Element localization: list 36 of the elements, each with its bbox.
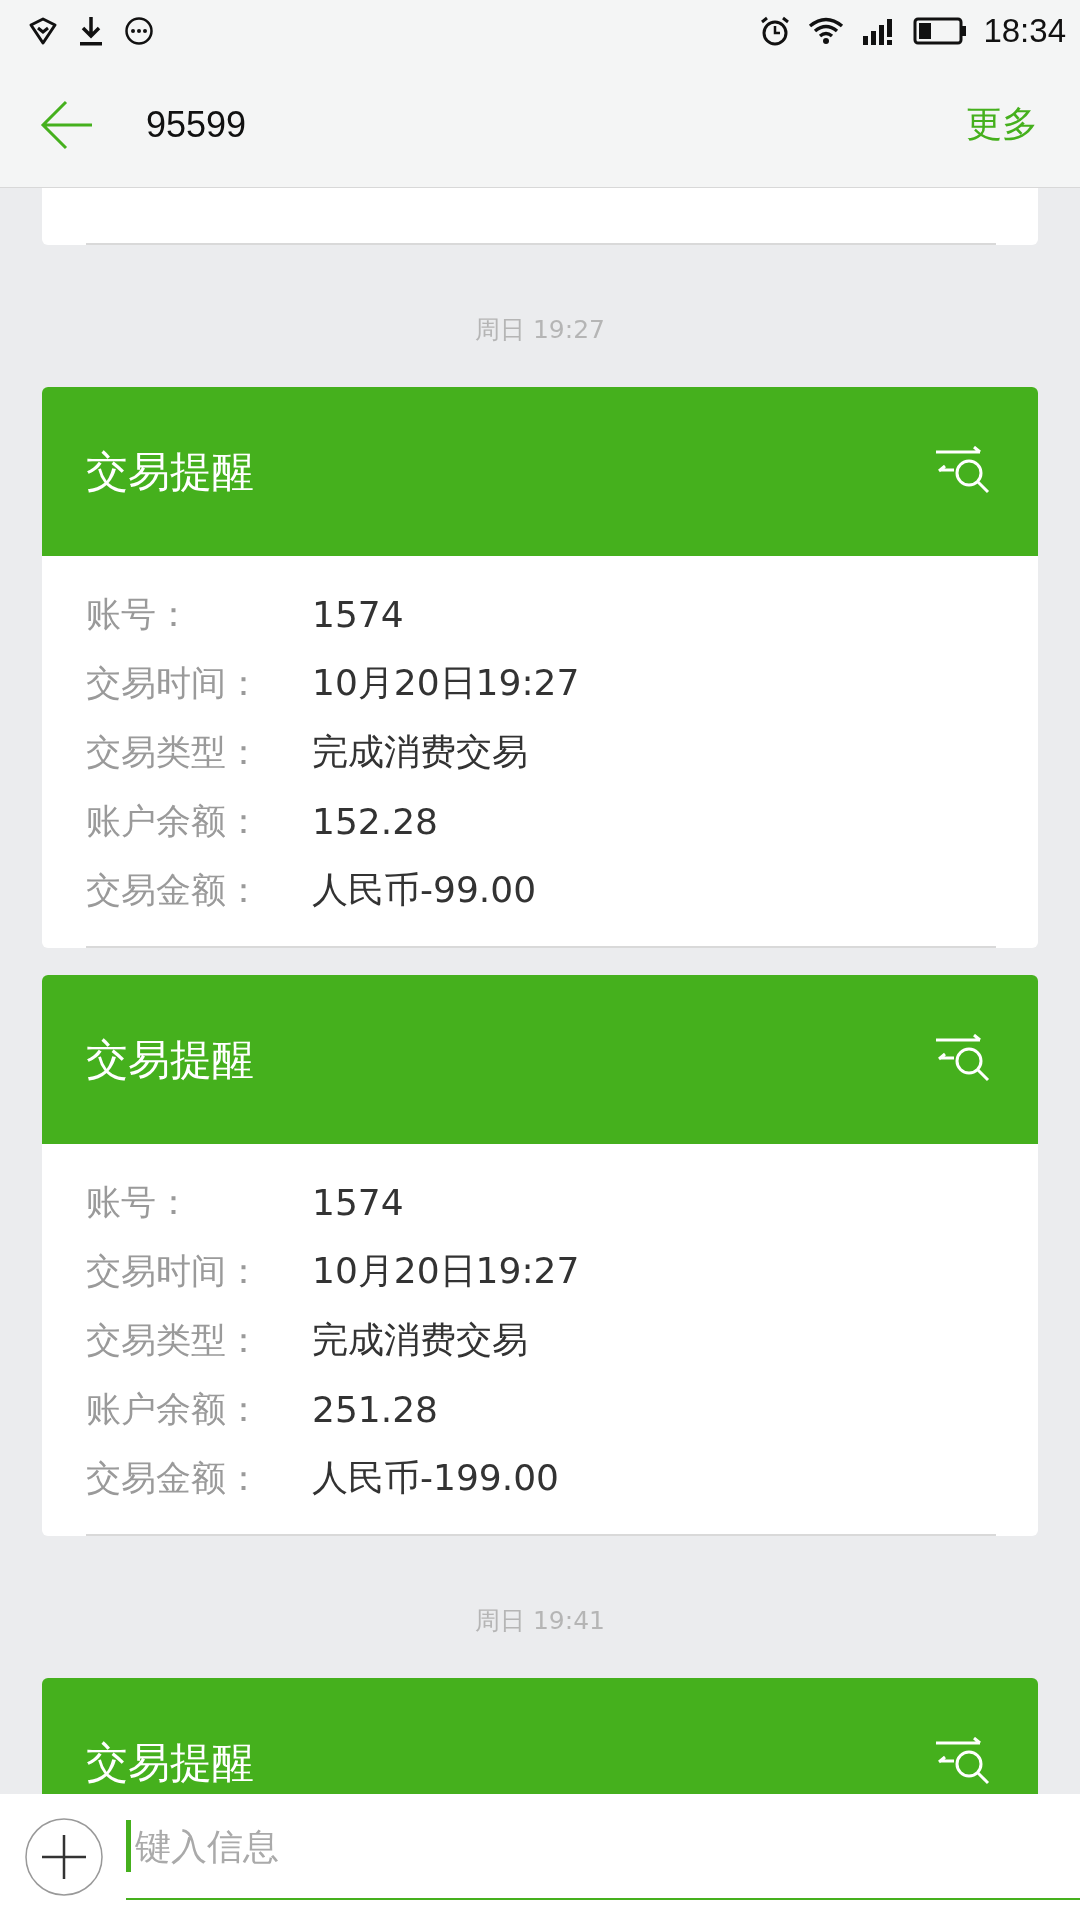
field-label: 账户余额： <box>86 800 262 843</box>
field-label: 交易时间： <box>86 662 262 705</box>
field-value: 251.28 <box>312 1389 438 1430</box>
field-value: 152.28 <box>312 801 438 842</box>
card-title: 交易提醒 <box>86 1033 254 1086</box>
field-value: 10月20日19:27 <box>312 661 580 705</box>
more-button[interactable]: 更多 <box>966 100 1038 149</box>
wifi-icon <box>807 16 846 46</box>
card-title: 交易提醒 <box>86 1736 254 1789</box>
field-value: 完成消费交易 <box>312 1318 528 1362</box>
field-label: 账号： <box>86 1181 192 1224</box>
field-value: 人民币-99.00 <box>312 868 537 912</box>
field-value: 1574 <box>312 594 404 635</box>
battery-icon <box>913 17 968 45</box>
field-label: 账号： <box>86 593 192 636</box>
field-label: 交易时间： <box>86 1250 262 1293</box>
add-button[interactable] <box>24 1817 104 1897</box>
message-time: 周日 19:27 <box>474 315 606 345</box>
message-time: 周日 19:41 <box>474 1606 606 1636</box>
download-icon <box>78 15 104 47</box>
card-title: 交易提醒 <box>86 445 254 498</box>
chat-title: 95599 <box>146 103 248 146</box>
field-label: 交易金额： <box>86 1457 262 1500</box>
field-value: 1574 <box>312 1182 404 1223</box>
field-value: 人民币-199.00 <box>312 1456 559 1500</box>
more-icon <box>124 16 154 46</box>
status-time: 18:34 <box>983 12 1066 50</box>
field-label: 账户余额： <box>86 1388 262 1431</box>
field-value: 完成消费交易 <box>312 730 528 774</box>
field-label: 交易金额： <box>86 869 262 912</box>
shield-icon <box>28 16 58 46</box>
alarm-icon <box>759 15 792 47</box>
field-label: 交易类型： <box>86 1319 262 1362</box>
back-arrow-icon[interactable] <box>40 98 94 151</box>
field-label: 交易类型： <box>86 731 262 774</box>
field-value: 10月20日19:27 <box>312 1249 580 1293</box>
